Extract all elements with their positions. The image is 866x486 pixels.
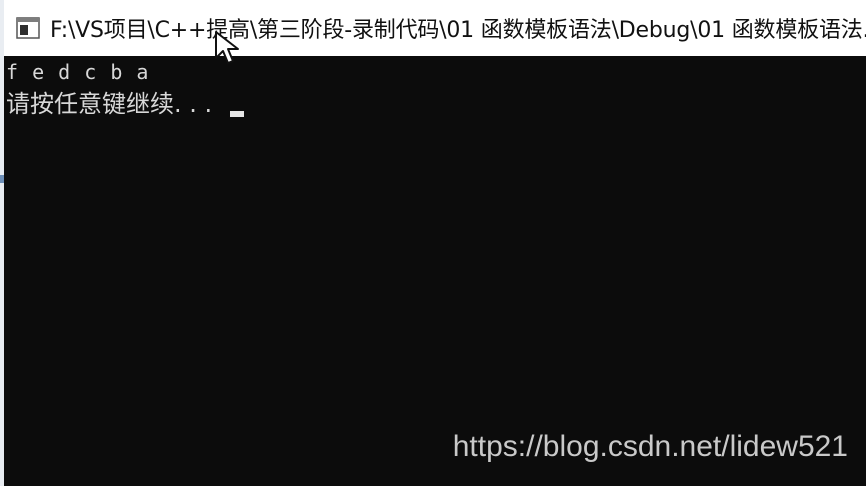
console-app-icon[interactable]	[16, 17, 40, 39]
prompt-text: 请按任意键继续. . .	[6, 90, 220, 118]
press-any-key-prompt: 请按任意键继续. . .	[6, 84, 244, 119]
window-title: F:\VS项目\C++提高\第三阶段-录制代码\01 函数模板语法\Debug\…	[50, 18, 866, 43]
program-output-line: f e d c b a	[6, 60, 150, 84]
window-titlebar[interactable]: F:\VS项目\C++提高\第三阶段-录制代码\01 函数模板语法\Debug\…	[4, 0, 866, 56]
console-output-area[interactable]: f e d c b a 请按任意键继续. . . https://blog.cs…	[4, 56, 866, 486]
text-cursor	[229, 111, 244, 117]
watermark-text: https://blog.csdn.net/lidew521	[452, 430, 848, 463]
console-window: F:\VS项目\C++提高\第三阶段-录制代码\01 函数模板语法\Debug\…	[0, 0, 866, 486]
mouse-pointer-icon	[215, 31, 239, 64]
